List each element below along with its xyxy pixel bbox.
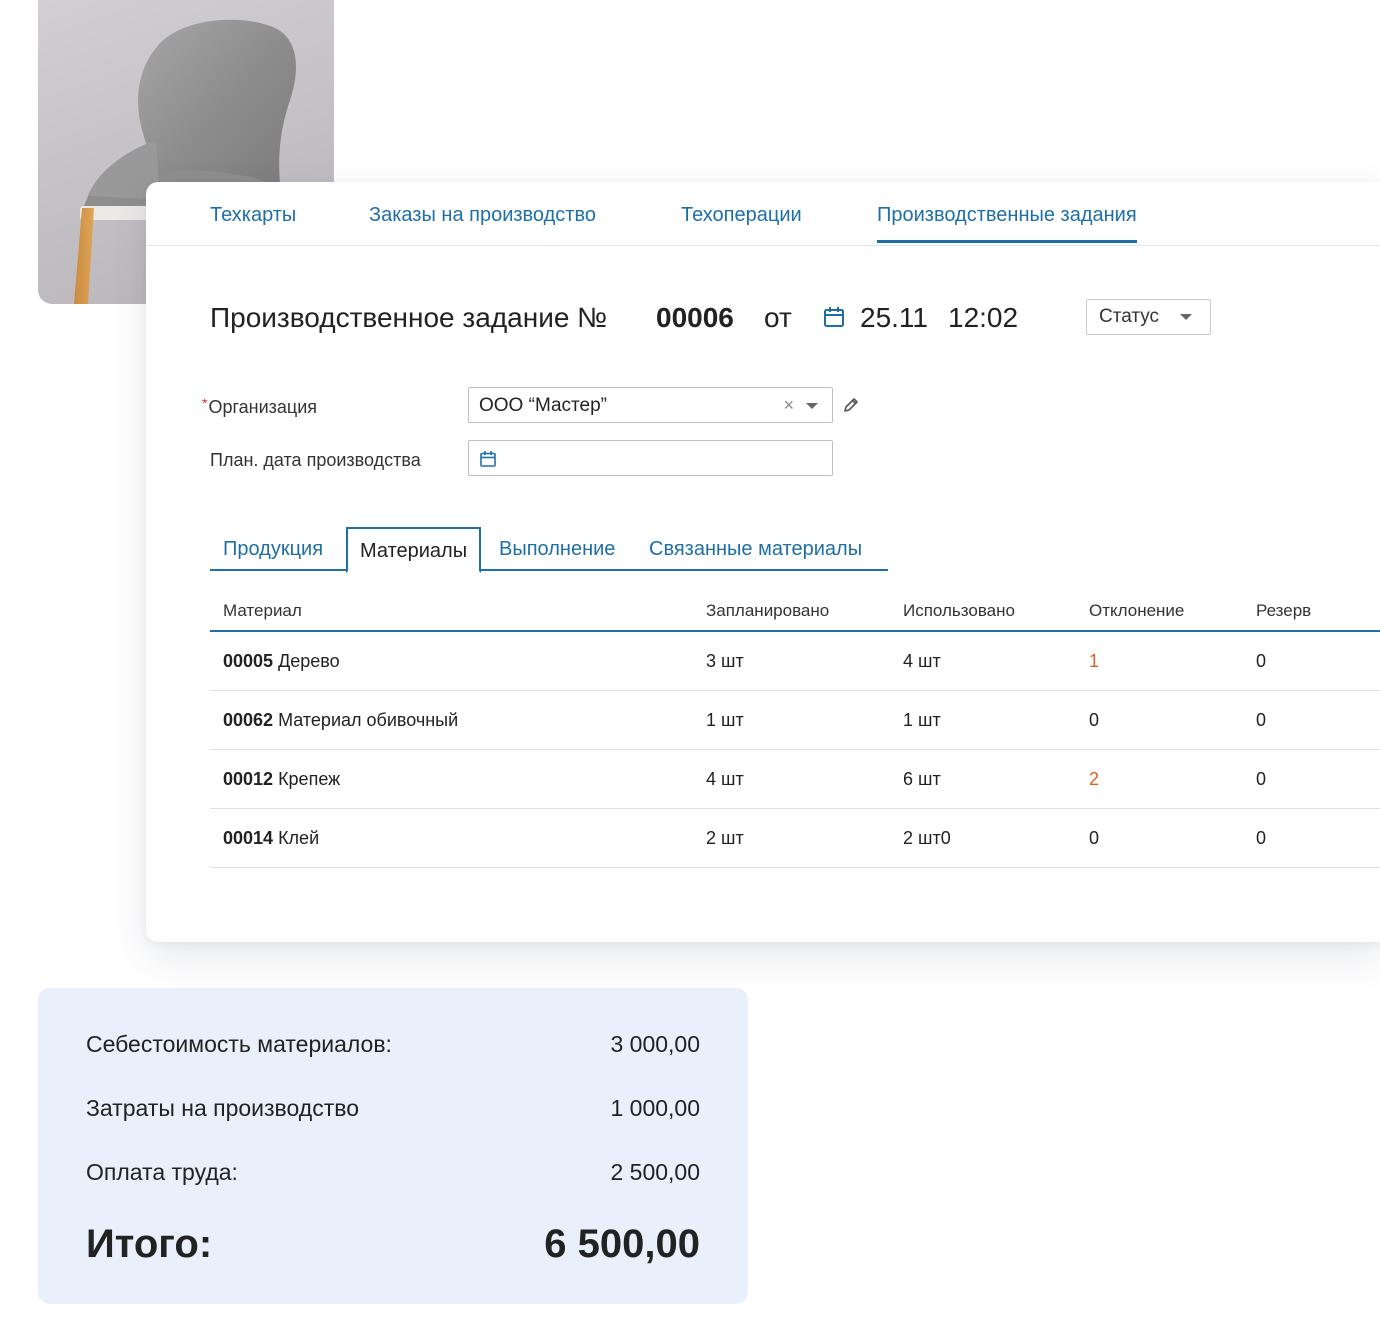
table-row[interactable]: 00014 Клей 2 шт 2 шт0 0 0 [210, 809, 1380, 868]
column-planned[interactable]: Запланировано [706, 601, 829, 621]
tab-production-tasks[interactable]: Производственные задания [877, 202, 1137, 243]
materials-cost-label: Себестоимость материалов: [86, 1031, 392, 1057]
subtabs: Продукция Материалы Выполнение Связанные… [210, 527, 888, 573]
pencil-icon[interactable] [842, 396, 860, 414]
organization-select[interactable]: ООО “Мастер” × [468, 387, 833, 423]
column-reserve[interactable]: Резерв [1256, 601, 1311, 621]
production-cost-value: 1 000,00 [610, 1095, 700, 1121]
material-cell: 00012 Крепеж [223, 769, 341, 789]
column-material[interactable]: Материал [223, 601, 302, 621]
reserve-cell: 0 [1256, 769, 1267, 789]
reserve-cell: 0 [1256, 828, 1267, 848]
planned-cell: 4 шт [706, 769, 744, 789]
document-number: 00006 [656, 302, 734, 333]
table-row[interactable]: 00012 Крепеж 4 шт 6 шт 2 0 [210, 750, 1380, 809]
planned-cell: 2 шт [706, 828, 744, 848]
planned-cell: 3 шт [706, 651, 744, 671]
document-date[interactable]: 25.11 [860, 300, 928, 336]
materials-table: Материал Запланировано Использовано Откл… [210, 587, 1380, 868]
document-time[interactable]: 12:02 [948, 300, 1018, 336]
plan-date-label: План. дата производства [210, 450, 421, 470]
calendar-icon[interactable] [823, 306, 845, 328]
tab-related-materials[interactable]: Связанные материалы [649, 527, 862, 571]
deviation-cell: 1 [1089, 651, 1100, 671]
deviation-cell: 2 [1089, 769, 1100, 789]
table-row[interactable]: 00062 Материал обивочный 1 шт 1 шт 0 0 [210, 691, 1380, 750]
table-row[interactable]: 00005 Дерево 3 шт 4 шт 1 0 [210, 632, 1380, 691]
organization-value: ООО “Мастер” [479, 395, 607, 416]
labor-value: 2 500,00 [610, 1159, 700, 1185]
material-cell: 00062 Материал обивочный [223, 710, 459, 730]
materials-cost-value: 3 000,00 [610, 1031, 700, 1057]
status-dropdown[interactable]: Статус [1086, 299, 1211, 335]
production-cost-label: Затраты на производство [86, 1095, 360, 1121]
planned-cell: 1 шт [706, 710, 744, 730]
total-label: Итого: [86, 1222, 213, 1266]
chevron-down-icon [1180, 314, 1192, 320]
used-cell: 2 шт0 [903, 828, 951, 848]
tab-techcards[interactable]: Техкарты [210, 202, 296, 228]
top-navigation: Техкарты Заказы на производство Техопера… [146, 182, 1380, 246]
page-title: Производственное задание № [210, 302, 608, 333]
material-cell: 00005 Дерево [223, 651, 340, 671]
production-task-card: Техкарты Заказы на производство Техопера… [146, 182, 1380, 942]
labor-label: Оплата труда: [86, 1159, 238, 1185]
deviation-cell: 0 [1089, 710, 1100, 730]
tab-execution[interactable]: Выполнение [499, 527, 615, 571]
column-used[interactable]: Использовано [903, 601, 1015, 621]
tab-products[interactable]: Продукция [223, 527, 323, 571]
used-cell: 1 шт [903, 710, 941, 730]
cost-summary: Себестоимость материалов: 3 000,00 Затра… [38, 988, 748, 1304]
from-label: от [764, 302, 792, 333]
used-cell: 6 шт [903, 769, 941, 789]
required-mark: * [202, 395, 208, 411]
table-header: Материал Запланировано Использовано Откл… [210, 587, 1380, 632]
tab-techoperations[interactable]: Техоперации [681, 202, 802, 228]
reserve-cell: 0 [1256, 710, 1267, 730]
deviation-cell: 0 [1089, 828, 1100, 848]
chevron-down-icon[interactable] [806, 403, 818, 409]
calendar-icon[interactable] [479, 450, 497, 468]
plan-date-input[interactable] [468, 440, 833, 476]
column-deviation[interactable]: Отклонение [1089, 601, 1184, 621]
tab-materials[interactable]: Материалы [346, 527, 482, 573]
tab-production-orders[interactable]: Заказы на производство [369, 202, 596, 228]
reserve-cell: 0 [1256, 651, 1267, 671]
material-cell: 00014 Клей [223, 828, 320, 848]
total-value: 6 500,00 [544, 1222, 700, 1266]
organization-label: *Организация [202, 395, 318, 417]
close-icon[interactable]: × [783, 394, 794, 416]
status-label: Статус [1099, 306, 1160, 327]
used-cell: 4 шт [903, 651, 941, 671]
